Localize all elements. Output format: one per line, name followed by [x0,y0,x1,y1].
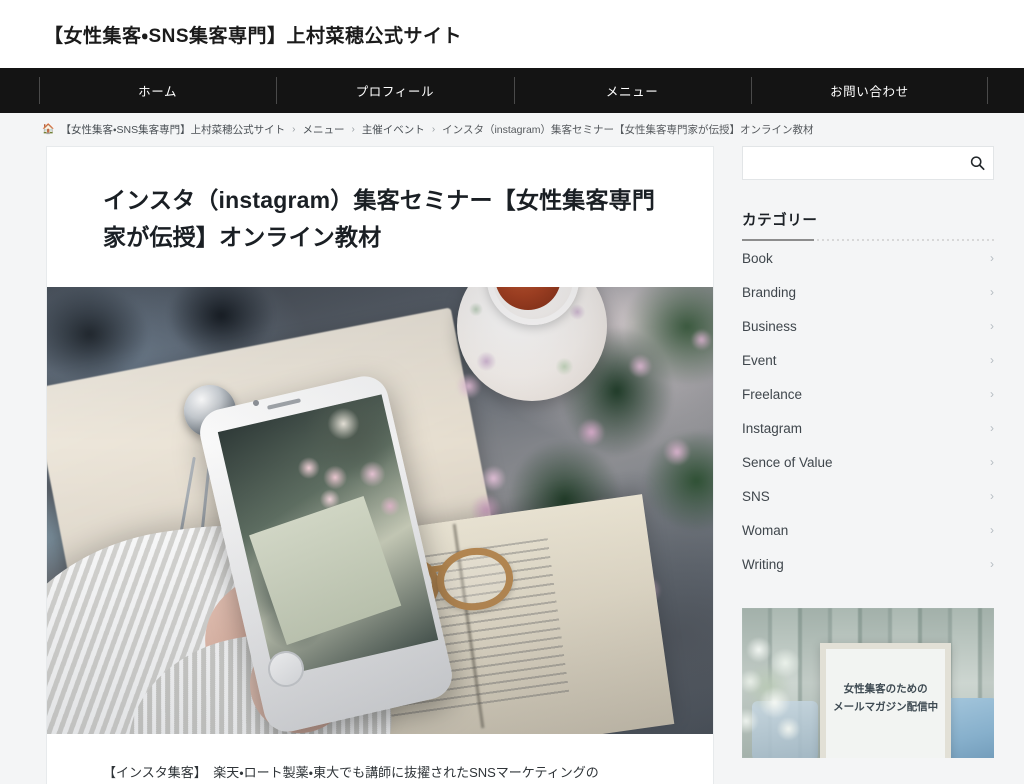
category-list: Book › Branding › Business › Event › Fre… [742,241,994,581]
category-item-branding[interactable]: Branding › [742,275,994,309]
banner-flowers [742,626,833,758]
chevron-right-icon: › [990,557,994,571]
newsletter-banner[interactable]: 女性集客のための メールマガジン配信中 [742,608,994,758]
category-item-instagram[interactable]: Instagram › [742,411,994,445]
article-card: インスタ（instagram）集客セミナー【女性集客専門家が伝授】オンライン教材 [46,146,714,784]
sidebar: カテゴリー Book › Branding › Business › Event… [742,146,994,758]
search-icon[interactable] [970,156,985,171]
chevron-right-icon: › [990,421,994,435]
breadcrumb-item-current: インスタ（instagram）集客セミナー【女性集客専門家が伝授】オンライン教材 [442,124,814,136]
category-label: Sence of Value [742,454,833,470]
chevron-right-icon: › [990,251,994,265]
site-title[interactable]: 【女性集客・SNS集客専門】上村菜穂公式サイト [44,21,462,48]
article-body: 【インスタ集客】 楽天・ロート製薬・東大でも講師に抜擢されたSNSマーケティング… [47,734,713,784]
hero-image [47,286,713,734]
chevron-right-icon: › [990,353,994,367]
category-label: Event [742,352,777,368]
main-content-column: インスタ（instagram）集客セミナー【女性集客専門家が伝授】オンライン教材 [46,146,714,784]
category-label: SNS [742,488,770,504]
page-title: インスタ（instagram）集客セミナー【女性集客専門家が伝授】オンライン教材 [103,187,656,251]
breadcrumb-separator: › [431,124,436,135]
banner-text: 女性集客のための メールマガジン配信中 [825,680,946,717]
category-label: Branding [742,284,797,300]
hero-color-grade [47,286,713,734]
chevron-right-icon: › [990,523,994,537]
category-label: Instagram [742,420,803,436]
search-box [742,146,994,180]
breadcrumb-separator: › [292,124,296,135]
category-label: Woman [742,522,789,538]
breadcrumb-bar: 🏠 【女性集客・SNS集客専門】上村菜穂公式サイト › メニュー › 主催イベン… [0,113,1024,146]
category-item-writing[interactable]: Writing › [742,547,994,581]
global-navigation: ホーム プロフィール メニュー お問い合わせ [0,68,1024,113]
home-icon: 🏠 [42,123,55,135]
chevron-right-icon: › [990,489,994,503]
category-item-business[interactable]: Business › [742,309,994,343]
category-item-sence-of-value[interactable]: Sence of Value › [742,445,994,479]
banner-text-line2: メールマガジン配信中 [833,701,939,714]
banner-text-line1: 女性集客のための [843,683,928,695]
category-item-event[interactable]: Event › [742,343,994,377]
breadcrumb-item-menu[interactable]: メニュー [302,122,344,137]
category-label: Writing [742,556,784,572]
nav-item-menu[interactable]: メニュー [513,68,751,113]
nav-item-contact[interactable]: お問い合わせ [750,68,989,113]
categories-widget-title: カテゴリー [742,209,994,241]
chevron-right-icon: › [990,285,994,299]
category-item-woman[interactable]: Woman › [742,513,994,547]
breadcrumb-separator: › [351,124,355,135]
category-label: Book [742,250,773,266]
nav-inner: ホーム プロフィール メニュー お問い合わせ [36,68,989,113]
nav-item-home[interactable]: ホーム [39,68,276,113]
search-input[interactable] [743,147,993,179]
site-header: 【女性集客・SNS集客専門】上村菜穂公式サイト [0,0,1024,68]
category-label: Business [742,318,797,334]
breadcrumb-item-event[interactable]: 主催イベント [362,122,425,137]
page-layout: インスタ（instagram）集客セミナー【女性集客専門家が伝授】オンライン教材 [0,146,1024,784]
article-paragraph: 【インスタ集客】 楽天・ロート製薬・東大でも講師に抜擢されたSNSマーケティング… [103,764,599,780]
breadcrumb: 🏠 【女性集客・SNS集客専門】上村菜穂公式サイト › メニュー › 主催イベン… [42,122,814,137]
category-item-freelance[interactable]: Freelance › [742,377,994,411]
chevron-right-icon: › [990,455,994,469]
category-item-book[interactable]: Book › [742,241,994,275]
category-item-sns[interactable]: SNS › [742,479,994,513]
category-label: Freelance [742,386,803,402]
chevron-right-icon: › [990,319,994,333]
chevron-right-icon: › [990,387,994,401]
breadcrumb-item-site[interactable]: 【女性集客・SNS集客専門】上村菜穂公式サイト [60,122,285,137]
categories-widget: カテゴリー Book › Branding › Business › Event… [742,209,994,581]
nav-item-profile[interactable]: プロフィール [276,68,513,113]
